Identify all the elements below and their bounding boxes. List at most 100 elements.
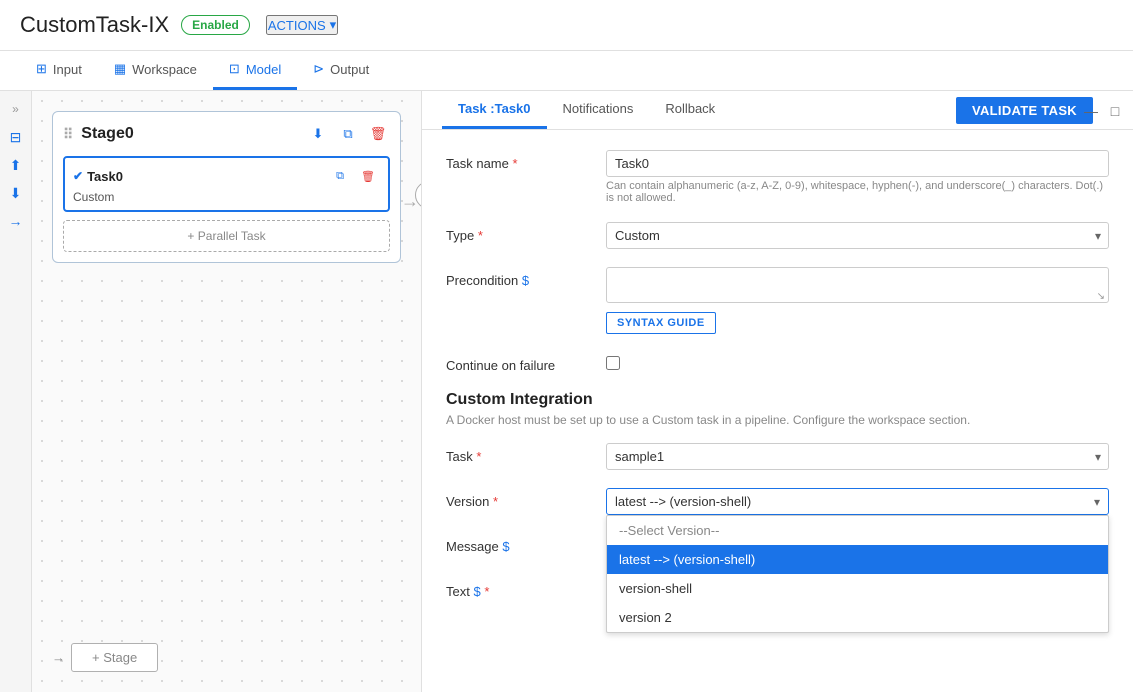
type-control: Custom Shell Python ▾: [606, 222, 1109, 249]
workspace-icon: ▦: [114, 61, 126, 77]
stage-actions: ⬇ ⧉ 🗑: [306, 122, 390, 146]
task-select-wrapper: sample1 sample2 ▾: [606, 443, 1109, 470]
stage-header: ⠿ Stage0 ⬇ ⧉ 🗑: [63, 122, 390, 146]
stage-delete-btn[interactable]: 🗑: [366, 122, 390, 146]
panel-tab-rollback[interactable]: Rollback: [649, 91, 731, 129]
sidebar-arrow-icon[interactable]: →: [6, 211, 26, 231]
version-option-select[interactable]: --Select Version--: [607, 516, 1108, 545]
text-required: *: [484, 584, 489, 599]
type-select-wrapper: Custom Shell Python ▾: [606, 222, 1109, 249]
tab-input[interactable]: ⊞ Input: [20, 51, 98, 90]
task-required: *: [476, 449, 481, 464]
stage-box: ⠿ Stage0 ⬇ ⧉ 🗑 ✔ Task0: [52, 111, 401, 263]
actions-button[interactable]: ACTIONS ▾: [266, 15, 338, 35]
main-layout: » ⊟ ⬆ ⬇ → ⠿ Stage0 ⬇ ⧉ 🗑: [0, 91, 1133, 692]
task-name-field-label: Task name *: [446, 150, 606, 171]
task-name-label: ✔ Task0: [73, 169, 123, 184]
arrow-left-icon: →: [52, 650, 65, 665]
precondition-row: Precondition $ ↘ SYNTAX GUIDE: [446, 267, 1109, 334]
expand-icon: ↘: [1097, 291, 1105, 302]
app-header: CustomTask-IX Enabled ACTIONS ▾: [0, 0, 1133, 51]
version-select-display[interactable]: latest --> (version-shell) ▾: [606, 488, 1109, 515]
version-arrow-icon: ▾: [1094, 495, 1100, 509]
stage-copy-btn[interactable]: ⧉: [336, 122, 360, 146]
minimize-btn[interactable]: —: [1081, 101, 1101, 121]
model-icon: ⊡: [229, 61, 240, 77]
precondition-dollar: $: [522, 273, 529, 288]
precondition-textarea-wrapper: ↘: [606, 267, 1109, 306]
type-row: Type * Custom Shell Python ▾: [446, 222, 1109, 249]
version-row: Version * latest --> (version-shell) ▾ -…: [446, 488, 1109, 515]
task-check-icon: ✔: [73, 169, 83, 183]
task-type-label: Custom: [73, 190, 380, 204]
sidebar-expand-icon[interactable]: »: [6, 99, 26, 119]
version-label: Version *: [446, 488, 606, 509]
add-parallel-task-btn[interactable]: + Parallel Task: [63, 220, 390, 252]
tab-workspace[interactable]: ▦ Workspace: [98, 51, 213, 90]
tab-model[interactable]: ⊡ Model: [213, 51, 297, 90]
maximize-btn[interactable]: □: [1105, 101, 1125, 121]
version-dropdown-menu: --Select Version-- latest --> (version-s…: [606, 515, 1109, 633]
stage-download-btn[interactable]: ⬇: [306, 122, 330, 146]
right-panel: Task :Task0 Notifications Rollback VALID…: [422, 91, 1133, 692]
continue-failure-row: Continue on failure: [446, 352, 1109, 373]
precondition-input[interactable]: [606, 267, 1109, 303]
message-dollar: $: [502, 539, 509, 554]
task-item[interactable]: ✔ Task0 ⧉ 🗑 Custom: [63, 156, 390, 212]
panel-tab-notifications[interactable]: Notifications: [547, 91, 650, 129]
left-sidebar: » ⊟ ⬆ ⬇ →: [0, 91, 32, 692]
drag-handle-icon[interactable]: ⠿: [63, 126, 73, 143]
section-title: Custom Integration: [446, 391, 1109, 409]
chevron-down-icon: ▾: [330, 17, 337, 33]
required-indicator: *: [513, 156, 518, 171]
continue-failure-label: Continue on failure: [446, 352, 606, 373]
syntax-guide-button[interactable]: SYNTAX GUIDE: [606, 312, 716, 334]
task-dropdown[interactable]: sample1 sample2: [606, 443, 1109, 470]
version-dropdown-wrapper: latest --> (version-shell) ▾ --Select Ve…: [606, 488, 1109, 515]
version-option-v2[interactable]: version 2: [607, 603, 1108, 632]
version-required: *: [493, 494, 498, 509]
stage-title: ⠿ Stage0: [63, 125, 134, 143]
panel-tab-task[interactable]: Task :Task0: [442, 91, 547, 129]
enabled-badge: Enabled: [181, 15, 250, 35]
task-name-row: Task name * Can contain alphanumeric (a-…: [446, 150, 1109, 204]
type-field-label: Type *: [446, 222, 606, 243]
task-name-control: Can contain alphanumeric (a-z, A-Z, 0-9)…: [606, 150, 1109, 204]
section-desc: A Docker host must be set up to use a Cu…: [446, 413, 1109, 427]
precondition-field-label: Precondition $: [446, 267, 606, 288]
continue-failure-control: [606, 352, 1109, 373]
text-field-label: Text $ *: [446, 578, 606, 599]
task-name-input[interactable]: [606, 150, 1109, 177]
canvas-area: ⠿ Stage0 ⬇ ⧉ 🗑 ✔ Task0: [32, 91, 422, 692]
text-dollar: $: [473, 584, 480, 599]
continue-failure-checkbox[interactable]: [606, 356, 620, 370]
version-control: latest --> (version-shell) ▾ --Select Ve…: [606, 488, 1109, 515]
custom-integration-section: Custom Integration A Docker host must be…: [446, 391, 1109, 427]
input-icon: ⊞: [36, 61, 47, 77]
type-select[interactable]: Custom Shell Python: [606, 222, 1109, 249]
sidebar-grid-icon[interactable]: ⊟: [6, 127, 26, 147]
add-stage-btn[interactable]: → + Stage: [52, 643, 158, 672]
version-option-latest[interactable]: latest --> (version-shell): [607, 545, 1108, 574]
task-copy-btn[interactable]: ⧉: [328, 164, 352, 188]
form-content: Task name * Can contain alphanumeric (a-…: [422, 130, 1133, 692]
task-select-row: Task * sample1 sample2 ▾: [446, 443, 1109, 470]
task-select-label: Task *: [446, 443, 606, 464]
nav-tabs: ⊞ Input ▦ Workspace ⊡ Model ⊳ Output: [0, 51, 1133, 91]
sidebar-upload-icon[interactable]: ⬆: [6, 155, 26, 175]
version-select-wrapper: latest --> (version-shell) ▾: [606, 488, 1109, 515]
version-option-shell[interactable]: version-shell: [607, 574, 1108, 603]
task-item-actions: ⧉ 🗑: [328, 164, 380, 188]
output-icon: ⊳: [313, 61, 324, 77]
sidebar-download-icon[interactable]: ⬇: [6, 183, 26, 203]
task-name-hint: Can contain alphanumeric (a-z, A-Z, 0-9)…: [606, 180, 1109, 204]
panel-window-buttons: — □: [1073, 91, 1133, 131]
panel-tabs: Task :Task0 Notifications Rollback VALID…: [422, 91, 1133, 130]
precondition-control: ↘ SYNTAX GUIDE: [606, 267, 1109, 334]
task-select-control: sample1 sample2 ▾: [606, 443, 1109, 470]
task-delete-btn[interactable]: 🗑: [356, 164, 380, 188]
task-item-header: ✔ Task0 ⧉ 🗑: [73, 164, 380, 188]
add-stage-area: → + Stage: [52, 643, 158, 672]
tab-output[interactable]: ⊳ Output: [297, 51, 385, 90]
message-label: Message $: [446, 533, 606, 554]
